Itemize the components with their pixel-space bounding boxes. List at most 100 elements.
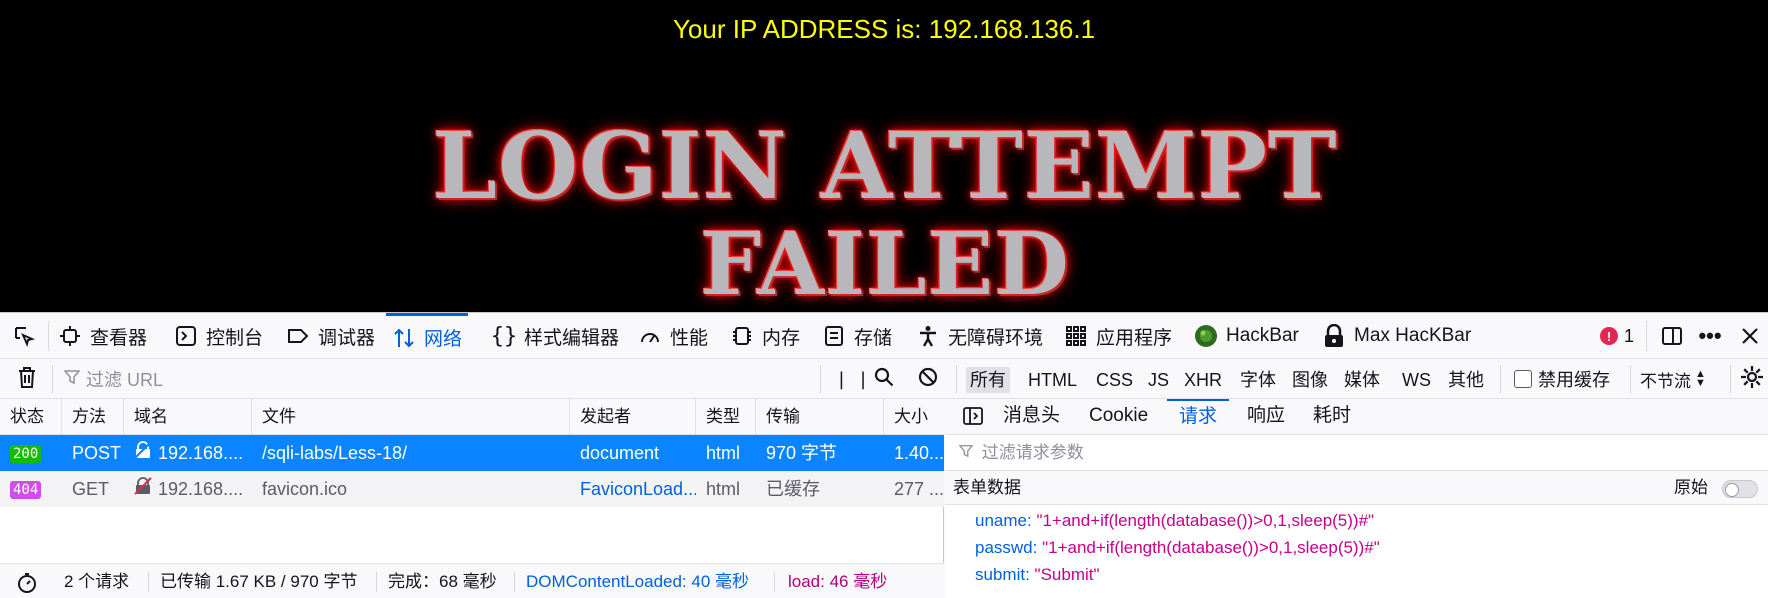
- more-options-button[interactable]: •••: [1698, 313, 1730, 359]
- dock-toggle-button[interactable]: [1660, 313, 1692, 359]
- search-button[interactable]: [874, 359, 894, 399]
- tab-memory[interactable]: 内存: [730, 313, 800, 359]
- disable-cache-label: 禁用缓存: [1538, 370, 1610, 390]
- raw-toggle-switch[interactable]: [1722, 480, 1758, 498]
- tab-inspector[interactable]: 查看器: [58, 313, 147, 359]
- panel-toggle-icon: [963, 405, 983, 426]
- insecure-connection-icon: [134, 471, 152, 507]
- column-type[interactable]: 类型: [696, 399, 756, 435]
- type-filter-xhr[interactable]: XHR: [1180, 367, 1226, 393]
- tab-hackbar[interactable]: HackBar: [1194, 313, 1299, 359]
- network-settings-button[interactable]: [1740, 359, 1764, 399]
- tab-performance[interactable]: 性能: [638, 313, 708, 359]
- transferred-cell: 970 字节: [766, 443, 838, 463]
- dom-content-loaded-time: DOMContentLoaded: 40 毫秒: [526, 572, 750, 591]
- pause-button[interactable]: | |: [836, 359, 869, 399]
- tab-cookie[interactable]: Cookie: [1077, 399, 1160, 435]
- type-filter-images[interactable]: 图像: [1288, 367, 1332, 393]
- type-filter-ws[interactable]: WS: [1398, 367, 1435, 393]
- url-filter-input[interactable]: 过滤 URL: [63, 359, 814, 399]
- network-icon: [392, 326, 416, 350]
- tab-response[interactable]: 响应: [1235, 399, 1297, 435]
- type-filter-media[interactable]: 媒体: [1340, 367, 1384, 393]
- tab-debugger[interactable]: 调试器: [286, 313, 375, 359]
- file-cell: favicon.ico: [262, 479, 348, 499]
- element-picker-button[interactable]: [12, 313, 44, 359]
- tab-label: 性能: [670, 327, 709, 349]
- hackbar-icon: [1194, 324, 1218, 348]
- close-devtools-button[interactable]: [1738, 313, 1768, 359]
- style-editor-icon: {}: [490, 323, 518, 349]
- table-row[interactable]: 200 POST 192.168.... /sqli-labs/Less-18/…: [0, 435, 944, 471]
- filter-icon: [63, 369, 81, 390]
- select-arrows-icon: ▲ ▼: [1695, 368, 1706, 389]
- performance-analysis-button[interactable]: [16, 564, 38, 598]
- size-cell: 277 ...: [894, 479, 944, 499]
- clear-log-button[interactable]: [16, 359, 38, 399]
- tab-application[interactable]: 应用程序: [1064, 313, 1172, 359]
- form-param-row[interactable]: passwd: "1+and+if(length(database())>0,1…: [975, 534, 1380, 562]
- tab-accessibility[interactable]: 无障碍环境: [916, 313, 1043, 359]
- block-requests-button[interactable]: [918, 359, 938, 399]
- table-row[interactable]: 404 GET 192.168.... favicon.ico FaviconL…: [0, 471, 944, 507]
- banner-line-1: LOGIN ATTEMPT: [432, 112, 1338, 220]
- memory-icon: [730, 324, 754, 348]
- tab-timings[interactable]: 耗时: [1301, 399, 1363, 435]
- param-filter-placeholder: 过滤请求参数: [981, 443, 1084, 462]
- throttle-select[interactable]: 不节流 ▲ ▼: [1640, 359, 1706, 399]
- form-data-section-header[interactable]: 表单数据 原始: [945, 471, 1768, 505]
- column-size[interactable]: 大小: [884, 399, 944, 435]
- disable-cache-checkbox[interactable]: 禁用缓存: [1514, 359, 1610, 399]
- tab-label: 存储: [854, 327, 893, 349]
- tab-request[interactable]: 请求: [1167, 399, 1230, 435]
- column-method[interactable]: 方法: [62, 399, 124, 435]
- console-icon: [174, 324, 198, 348]
- tab-style-editor[interactable]: {} 样式编辑器: [490, 313, 619, 359]
- search-icon: [874, 367, 894, 392]
- url-filter-placeholder: 过滤 URL: [86, 370, 164, 390]
- type-filter-css[interactable]: CSS: [1092, 367, 1137, 393]
- param-filter-input[interactable]: 过滤请求参数: [945, 435, 1768, 471]
- column-initiator[interactable]: 发起者: [570, 399, 696, 435]
- load-time: load: 46 毫秒: [788, 572, 888, 591]
- type-filter-js[interactable]: JS: [1144, 367, 1173, 393]
- application-icon: [1064, 324, 1088, 348]
- toggle-sidebar-button[interactable]: [951, 399, 995, 435]
- initiator-cell[interactable]: FaviconLoad...: [570, 471, 696, 507]
- type-cell: html: [706, 443, 741, 463]
- type-filter-html[interactable]: HTML: [1024, 367, 1081, 393]
- column-transferred[interactable]: 传输: [756, 399, 884, 435]
- banner-line-2: FAILED: [700, 214, 1070, 315]
- domain-cell: 192.168....: [124, 471, 252, 507]
- insecure-connection-icon: [134, 435, 152, 471]
- tab-network[interactable]: 网络: [386, 313, 469, 359]
- tab-storage[interactable]: 存储: [822, 313, 892, 359]
- ip-address-text: Your IP ADDRESS is: 192.168.136.1: [672, 14, 1096, 44]
- form-param-row[interactable]: submit: "Submit": [975, 561, 1100, 589]
- domain-text: 192.168....: [158, 479, 244, 499]
- type-filter-other[interactable]: 其他: [1444, 367, 1488, 393]
- network-filter-bar: 过滤 URL | | 所有 HTML CSS JS XHR 字体 图像 媒体 W…: [0, 359, 1768, 399]
- trash-icon: [16, 365, 38, 394]
- tab-max-hackbar[interactable]: Max HacKBar: [1322, 313, 1471, 359]
- initiator-cell: document: [580, 443, 660, 463]
- gear-icon: [1740, 365, 1764, 394]
- type-filter-fonts[interactable]: 字体: [1236, 367, 1280, 393]
- column-file[interactable]: 文件: [252, 399, 570, 435]
- transferred-cell: 已缓存: [766, 479, 820, 499]
- size-cell: 1.40...: [894, 443, 944, 463]
- web-page-content: Your IP ADDRESS is: 192.168.136.1 LOGIN …: [0, 0, 1768, 315]
- form-data-title: 表单数据: [953, 478, 1021, 497]
- param-key: submit:: [975, 565, 1030, 584]
- error-count-badge[interactable]: ! 1: [1600, 313, 1634, 359]
- checkbox-box: [1514, 370, 1532, 388]
- tab-console[interactable]: 控制台: [174, 313, 263, 359]
- method-cell: POST: [72, 443, 122, 463]
- filter-divider: [1730, 365, 1731, 393]
- tab-headers[interactable]: 消息头: [991, 399, 1072, 435]
- column-status[interactable]: 状态: [0, 399, 62, 435]
- form-param-row[interactable]: uname: "1+and+if(length(database())>0,1,…: [975, 507, 1374, 535]
- type-filter-all[interactable]: 所有: [966, 367, 1010, 393]
- column-domain[interactable]: 域名: [124, 399, 252, 435]
- pick-element-icon: [12, 324, 36, 348]
